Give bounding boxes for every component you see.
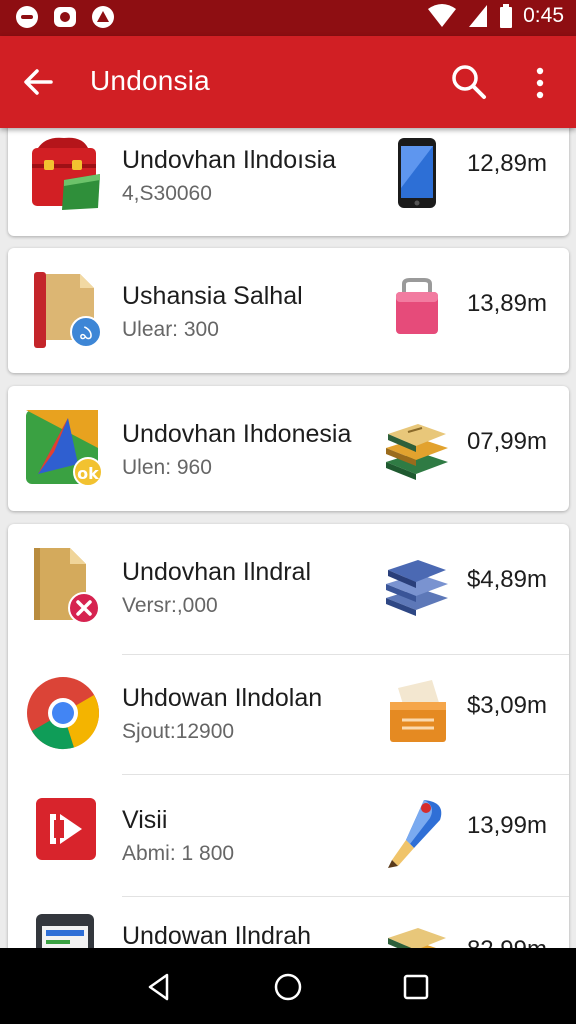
wifi-icon xyxy=(428,4,457,27)
list-item[interactable]: Visii Abmi: 1 800 13,99m xyxy=(8,774,569,896)
status-bar: 0:45 xyxy=(0,0,576,36)
item-size: 12,89m xyxy=(466,150,547,177)
clock: 0:45 xyxy=(523,4,564,27)
book-stack-icon xyxy=(386,424,448,480)
list-item[interactable]: Undowan Ilndrah 82,99m xyxy=(8,896,569,948)
svg-text:ok: ok xyxy=(77,464,99,483)
svg-text:ఎ: ఎ xyxy=(80,323,93,344)
pink-bag-icon xyxy=(396,278,438,334)
item-title: Visii xyxy=(122,806,168,834)
item-subtitle: Versr:,000 xyxy=(122,594,218,617)
recents-square-icon[interactable] xyxy=(399,970,433,1004)
orange-folder-icon xyxy=(390,680,446,742)
item-title: Undovhan Ilndoısia xyxy=(122,146,337,174)
item-size: 13,99m xyxy=(466,812,547,839)
message-icon xyxy=(54,7,76,27)
item-subtitle: Ulear: 300 xyxy=(122,318,219,341)
back-arrow-icon[interactable] xyxy=(20,64,56,100)
home-circle-icon[interactable] xyxy=(271,970,305,1004)
chrome-icon xyxy=(27,677,100,750)
item-title: Undowan Ilndrah xyxy=(122,922,312,948)
item-title: Ushansia Salhal xyxy=(122,282,303,310)
list-item[interactable]: Undovhan Ilndral Versr:,000 $4,89m xyxy=(8,524,569,654)
item-size: $4,89m xyxy=(466,566,547,593)
signal-icon xyxy=(469,5,488,27)
blue-book-stack-icon xyxy=(386,560,448,616)
overflow-menu-icon[interactable] xyxy=(526,64,554,102)
battery-icon xyxy=(500,4,513,28)
item-size: 07,99m xyxy=(466,428,547,455)
colorful-app-icon: ok xyxy=(26,410,102,486)
divider xyxy=(122,654,569,655)
item-subtitle: Abmi: 1 800 xyxy=(122,842,235,865)
status-system: 0:45 xyxy=(427,3,564,29)
search-icon[interactable] xyxy=(450,63,488,101)
status-notifications xyxy=(14,4,116,30)
back-triangle-icon[interactable] xyxy=(142,970,176,1004)
divider xyxy=(122,774,569,775)
app-list: Undovhan Ilndoısia 4,S30060 12,89m ఎ Ush… xyxy=(0,128,576,948)
shield-icon xyxy=(92,6,114,28)
list-card: ఎ Ushansia Salhal Ulear: 300 13,89m xyxy=(8,248,569,373)
file-error-icon xyxy=(34,548,100,624)
notification-dot-icon xyxy=(16,6,38,28)
divider xyxy=(122,896,569,897)
system-nav-bar xyxy=(0,948,576,1024)
item-subtitle: 4,S30060 xyxy=(122,182,212,205)
list-card: Undovhan Ilndoısia 4,S30060 12,89m xyxy=(8,128,569,236)
book-file-icon: ఎ xyxy=(34,272,102,348)
list-item[interactable]: ఎ Ushansia Salhal Ulear: 300 13,89m xyxy=(8,248,569,373)
smartphone-icon xyxy=(398,138,436,208)
item-size: 13,89m xyxy=(466,290,547,317)
app-bar: Undonsia xyxy=(0,36,576,128)
list-item[interactable]: Uhdowan Ilndolan Sjout:12900 $3,09m xyxy=(8,654,569,774)
book-stack-icon xyxy=(388,928,446,948)
list-item[interactable]: Undovhan Ilndoısia 4,S30060 12,89m xyxy=(8,128,569,236)
item-title: Undovhan Ilndral xyxy=(122,558,312,586)
item-subtitle: Sjout:12900 xyxy=(122,720,235,743)
app-title: Undonsia xyxy=(90,65,210,96)
list-card: ok Undovhan Ihdonesia Ulen: 960 07,99m xyxy=(8,386,569,511)
item-size: $3,09m xyxy=(466,692,547,719)
item-subtitle: Ulen: 960 xyxy=(122,456,212,479)
tablet-icon xyxy=(36,914,94,948)
red-media-icon xyxy=(36,798,96,860)
item-size: 82,99m xyxy=(467,936,547,948)
item-title: Undovhan Ihdonesia xyxy=(122,420,352,448)
red-toolbox-icon xyxy=(32,137,100,210)
list-item[interactable]: ok Undovhan Ihdonesia Ulen: 960 07,99m xyxy=(8,386,569,511)
item-title: Uhdowan Ilndolan xyxy=(122,684,323,712)
list-card: Undovhan Ilndral Versr:,000 $4,89m Uhdow… xyxy=(8,524,569,948)
pen-brush-icon xyxy=(388,800,442,868)
